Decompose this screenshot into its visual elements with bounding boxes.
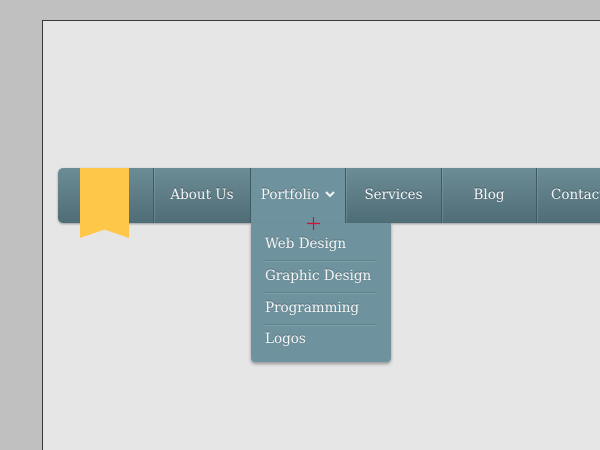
portfolio-dropdown: Web Design Graphic Design Programming Lo…	[251, 223, 391, 362]
nav-item-label: Blog	[473, 187, 505, 203]
submenu-item-label: Graphic Design	[265, 268, 372, 284]
submenu-item-graphic-design[interactable]: Graphic Design	[265, 261, 377, 292]
nav-item-portfolio[interactable]: Portfolio	[251, 168, 345, 223]
submenu-item-web-design[interactable]: Web Design	[265, 229, 377, 260]
submenu-item-programming[interactable]: Programming	[265, 293, 377, 324]
chevron-down-icon	[325, 167, 335, 222]
nav-item-label: Portfolio	[260, 187, 320, 203]
bookmark-ribbon-icon	[80, 168, 129, 238]
submenu-item-label: Logos	[265, 331, 306, 347]
nav-item-label: About Us	[170, 187, 234, 203]
nav-item-blog[interactable]: Blog	[442, 168, 536, 223]
crosshair-cursor-icon	[307, 215, 320, 230]
nav-item-services[interactable]: Services	[346, 168, 441, 223]
nav-item-label: Services	[364, 187, 423, 203]
submenu-item-label: Programming	[265, 300, 360, 316]
nav-item-about-us[interactable]: About Us	[154, 168, 250, 223]
submenu-item-label: Web Design	[265, 236, 347, 252]
nav-item-contact[interactable]: Contact	[537, 168, 600, 223]
submenu-item-logos[interactable]: Logos	[265, 324, 377, 355]
nav-item-label: Contact	[551, 187, 600, 203]
